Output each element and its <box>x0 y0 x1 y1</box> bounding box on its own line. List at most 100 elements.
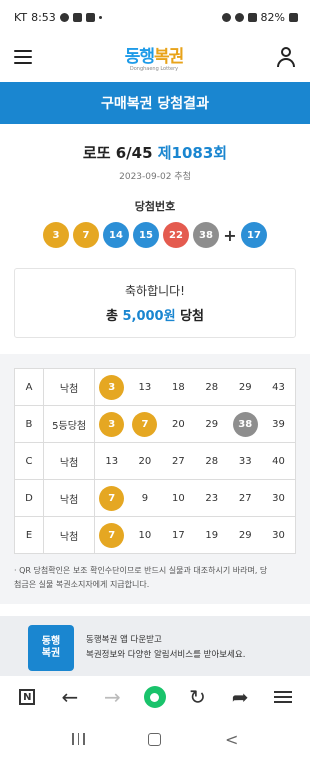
winning-number-ball: 14 <box>103 222 129 248</box>
ticket-number: 10 <box>128 516 162 554</box>
ticket-number-matched: 7 <box>94 516 129 554</box>
status-bar: KT 8:53 82% <box>0 0 310 34</box>
notice-text: · QR 당첨확인은 보조 확인수단이므로 반드시 실물과 대조하시기 바라며,… <box>14 566 268 589</box>
prize-box: 축하합니다! 총 5,000원 당첨 <box>14 268 296 338</box>
matched-number-ball: 3 <box>99 411 125 437</box>
ticket-number: 30 <box>261 479 296 517</box>
winning-number-ball: 15 <box>133 222 159 248</box>
tickets-section: A 낙첨 3 13 18 28 29 43 B 5등당첨 3 7 20 29 38 39 C 낙첨 13 20 27 28… <box>0 354 310 604</box>
matched-number-ball: 3 <box>99 374 125 400</box>
ticket-number: 9 <box>128 479 162 517</box>
ticket-row: A 낙첨 3 13 18 28 29 43 <box>14 368 296 406</box>
winning-number-ball: 22 <box>163 222 189 248</box>
ticket-letter: E <box>14 516 44 554</box>
ticket-result: 낙첨 <box>43 368 96 406</box>
more-notifications-dot <box>98 15 102 19</box>
ticket-number: 30 <box>261 516 296 554</box>
alarm-icon <box>221 12 231 22</box>
wifi-icon <box>234 12 244 22</box>
ticket-letter: B <box>14 405 44 443</box>
ticket-row: E 낙첨 7 10 17 19 29 30 <box>14 516 296 554</box>
page-title: 구매복권 당첨결과 <box>0 82 310 124</box>
notification-icon <box>59 12 69 22</box>
matched-number-ball: 7 <box>99 522 125 548</box>
matched-number-ball: 7 <box>99 485 125 511</box>
green-dot-icon[interactable] <box>138 680 172 714</box>
hamburger-icon[interactable] <box>14 50 32 64</box>
logo-text: 동행복권 <box>124 47 185 67</box>
clock: 8:53 <box>31 10 56 24</box>
ticket-number-matched: 3 <box>94 405 129 443</box>
ticket-number: 28 <box>205 381 219 393</box>
ticket-letter: D <box>14 479 44 517</box>
ticket-number: 10 <box>161 479 196 517</box>
matched-number-ball: 7 <box>132 411 158 437</box>
status-right: 82% <box>221 10 298 24</box>
ticket-row: C 낙첨 13 20 27 28 33 40 <box>14 442 296 480</box>
ticket-number: 18 <box>171 381 185 393</box>
recents-icon[interactable] <box>58 724 98 754</box>
ticket-number: 29 <box>238 381 252 393</box>
ticket-letter: C <box>14 442 44 480</box>
naver-n-button[interactable]: N <box>10 680 44 714</box>
battery-icon <box>289 12 298 22</box>
winning-number-ball: 38 <box>193 222 219 248</box>
app-header: 동행복권 Donghaeng Lottery <box>0 34 310 80</box>
site-logo[interactable]: 동행복권 Donghaeng Lottery <box>124 42 185 72</box>
congrats-text: 축하합니다! <box>124 284 185 298</box>
ticket-row: B 5등당첨 3 7 20 29 38 39 <box>14 405 296 443</box>
ticket-number: 17 <box>161 516 196 554</box>
ticket-number-matched: 38 <box>228 405 262 443</box>
menu-icon[interactable] <box>266 680 300 714</box>
ticket-result: 5등당첨 <box>43 405 96 443</box>
draw-date: 2023-09-02 추첨 <box>119 172 191 182</box>
logo-subtitle: Donghaeng Lottery <box>129 66 179 72</box>
ticket-number: 19 <box>195 516 229 554</box>
home-icon[interactable] <box>135 724 175 754</box>
battery-level: 82% <box>260 10 285 24</box>
ticket-number: 28 <box>195 442 229 480</box>
ticket-row: D 낙첨 7 9 10 23 27 30 <box>14 479 296 517</box>
ticket-number: 43 <box>272 381 285 393</box>
ticket-number-matched: 3 <box>95 369 128 406</box>
ticket-number: 40 <box>261 442 296 480</box>
ticket-number: 23 <box>195 479 229 517</box>
system-nav-bar: < <box>0 718 310 760</box>
matched-number-ball: 38 <box>232 411 258 437</box>
ticket-number: 13 <box>94 442 129 480</box>
game-name: 로또 6/45 <box>82 144 153 162</box>
ticket-number-matched: 7 <box>94 479 129 517</box>
back-arrow-icon[interactable]: ← <box>53 680 87 714</box>
forward-arrow-icon[interactable]: → <box>95 680 129 714</box>
bonus-number-ball: 17 <box>241 222 267 248</box>
carrier-label: KT <box>14 10 28 24</box>
prize-text: 총 5,000원 당첨 <box>105 309 205 324</box>
ticket-number: 20 <box>161 405 196 443</box>
person-icon[interactable] <box>276 47 296 67</box>
prize-amount: 5,000원 <box>122 309 176 324</box>
game-title: 로또 6/45 제1083회 <box>0 142 310 163</box>
ticket-number: 39 <box>261 405 296 443</box>
ticket-number: 27 <box>161 442 196 480</box>
ticket-letter: A <box>14 368 44 406</box>
draw-number: 제1083회 <box>157 144 228 162</box>
winning-numbers: 3 7 14 15 22 38 + 17 <box>0 222 310 248</box>
ticket-number: 29 <box>195 405 229 443</box>
ticket-number: 33 <box>228 442 262 480</box>
ticket-result: 낙첨 <box>43 442 96 480</box>
winning-number-ball: 7 <box>73 222 99 248</box>
ticket-result: 낙첨 <box>43 516 96 554</box>
ticket-result: 낙첨 <box>43 479 96 517</box>
banner-text: 동행복권 앱 다운받고 복권정보와 다양한 알림서비스를 받아보세요. <box>86 635 246 660</box>
back-nav-icon[interactable]: < <box>212 724 252 754</box>
draw-result: 로또 6/45 제1083회 2023-09-02 추첨 당첨번호 3 7 14… <box>0 124 310 338</box>
plus-sign: + <box>223 225 237 245</box>
image-icon <box>72 12 82 22</box>
ticket-table: A 낙첨 3 13 18 28 29 43 B 5등당첨 3 7 20 29 38 39 C 낙첨 13 20 27 28… <box>14 368 296 554</box>
signal-icon <box>247 12 257 22</box>
status-left: KT 8:53 <box>14 11 102 24</box>
ticket-number: 29 <box>228 516 262 554</box>
share-icon[interactable]: ➦ <box>223 680 257 714</box>
app-download-banner[interactable]: 동행 복권 동행복권 앱 다운받고 복권정보와 다양한 알림서비스를 받아보세요. <box>0 616 310 680</box>
refresh-icon[interactable]: ↻ <box>181 680 215 714</box>
